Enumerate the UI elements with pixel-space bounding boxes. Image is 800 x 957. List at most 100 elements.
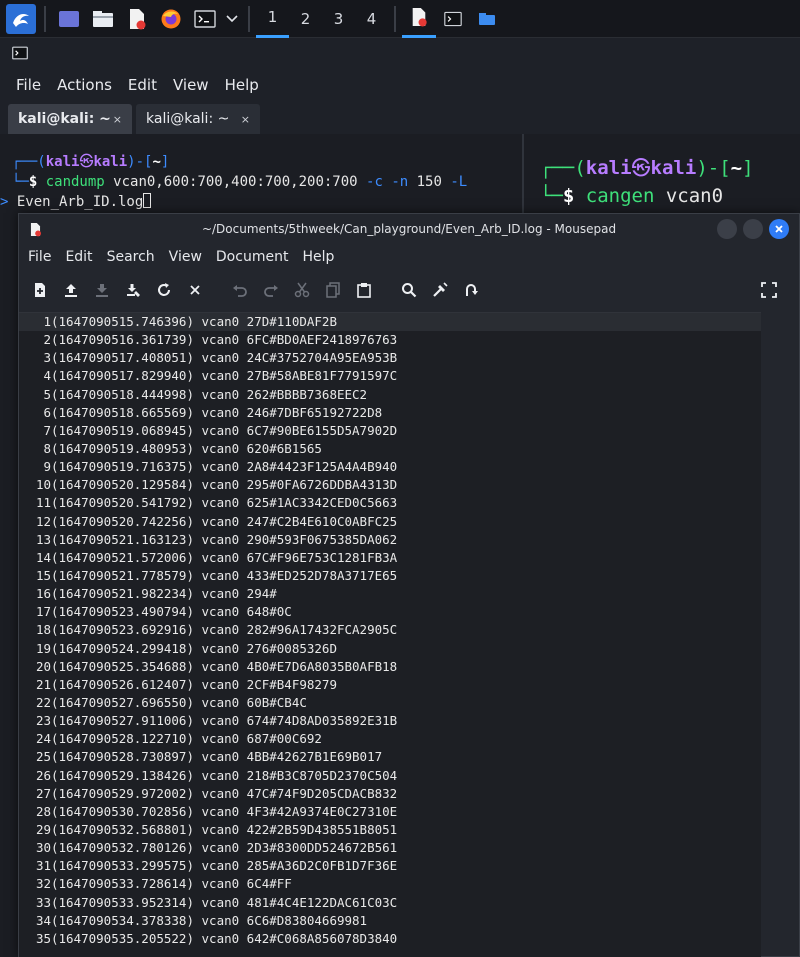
undo-icon[interactable] xyxy=(227,277,253,303)
prompt-dir: ~ xyxy=(152,154,161,170)
desktop-icon[interactable] xyxy=(54,4,84,34)
terminal-tab-2[interactable]: kali@kali: ~ × xyxy=(136,104,260,134)
editor-line[interactable]: 16 (1647090521.982234) vcan0 294# xyxy=(19,585,761,603)
editor-line[interactable]: 3 (1647090517.408051) vcan0 24C#3752704A9… xyxy=(19,349,761,367)
editor-line[interactable]: 33 (1647090533.952314) vcan0 481#4C4E122D… xyxy=(19,894,761,912)
kali-dragon-icon[interactable] xyxy=(6,3,36,34)
paste-icon[interactable] xyxy=(351,277,377,303)
editor-line[interactable]: 11 (1647090520.541792) vcan0 625#1AC3342C… xyxy=(19,494,761,512)
workspace-2[interactable]: 2 xyxy=(289,0,322,38)
menu-file[interactable]: File xyxy=(8,76,49,94)
save-icon[interactable] xyxy=(89,277,115,303)
close-icon[interactable]: × xyxy=(241,113,250,126)
save-as-icon[interactable] xyxy=(120,277,146,303)
go-to-line-icon[interactable] xyxy=(458,277,484,303)
editor-line[interactable]: 15 (1647090521.778579) vcan0 433#ED252D78… xyxy=(19,567,761,585)
workspace-3[interactable]: 3 xyxy=(322,0,355,38)
line-number: 1 xyxy=(43,314,51,329)
mousepad-menubar: File Edit Search View Document Help xyxy=(19,244,799,270)
terminal-tab-1[interactable]: kali@kali: ~ × xyxy=(8,104,132,134)
editor-line[interactable]: 17 (1647090523.490794) vcan0 648#0C xyxy=(19,603,761,621)
editor-line[interactable]: 32 (1647090533.728614) vcan0 6C4#FF xyxy=(19,875,761,893)
editor-line[interactable]: 35 (1647090535.205522) vcan0 642#C068A856… xyxy=(19,930,761,948)
editor-line[interactable]: 30 (1647090532.780126) vcan0 2D3#8300DD52… xyxy=(19,839,761,857)
editor-line[interactable]: 22 (1647090527.696550) vcan0 60B#CB4C xyxy=(19,694,761,712)
menu-actions[interactable]: Actions xyxy=(49,76,120,94)
workspace-4[interactable]: 4 xyxy=(355,0,388,38)
editor-line[interactable]: 19 (1647090524.299418) vcan0 276#0085326D xyxy=(19,640,761,658)
editor-line[interactable]: 5 (1647090518.444998) vcan0 262#BBBB7368E… xyxy=(19,386,761,404)
window-title: ~/Documents/5thweek/Can_playground/Even_… xyxy=(201,222,617,236)
editor-line[interactable]: 7 (1647090519.068945) vcan0 6C7#90BE6155D… xyxy=(19,422,761,440)
menu-help[interactable]: Help xyxy=(295,249,341,265)
line-number: 18 xyxy=(35,622,51,638)
editor-line[interactable]: 28 (1647090530.702856) vcan0 4F3#42A9374E… xyxy=(19,803,761,821)
chevron-down-icon[interactable] xyxy=(224,4,240,34)
maximize-button[interactable] xyxy=(743,219,763,239)
editor-line[interactable]: 23 (1647090527.911006) vcan0 674#74D8AD03… xyxy=(19,712,761,730)
menu-file[interactable]: File xyxy=(21,249,58,265)
line-number: 9 xyxy=(43,459,51,475)
menu-document[interactable]: Document xyxy=(209,249,296,265)
line-text: (1647090529.972002) vcan0 47C#74F9D205CD… xyxy=(51,785,398,801)
copy-icon[interactable] xyxy=(320,277,346,303)
editor-line[interactable]: 20 (1647090525.354688) vcan0 4B0#E7D6A803… xyxy=(19,658,761,676)
taskbar-window-folder[interactable] xyxy=(470,0,504,38)
editor-line[interactable]: 9 (1647090519.716375) vcan0 2A8#4423F125A… xyxy=(19,458,761,476)
editor-line[interactable]: 24 (1647090528.122710) vcan0 687#00C692 xyxy=(19,730,761,748)
editor-line[interactable]: 10 (1647090520.129584) vcan0 295#0FA6726D… xyxy=(19,476,761,494)
editor-line[interactable]: 26 (1647090529.138426) vcan0 218#B3C8705D… xyxy=(19,767,761,785)
text-editor-icon[interactable] xyxy=(122,4,152,34)
line-number: 2 xyxy=(43,332,51,348)
open-file-icon[interactable] xyxy=(58,277,84,303)
minimize-button[interactable] xyxy=(717,219,737,239)
fullscreen-icon[interactable] xyxy=(756,277,782,303)
editor-line[interactable]: 21 (1647090526.612407) vcan0 2CF#B4F98279 xyxy=(19,676,761,694)
text-editor-area[interactable]: 1 (1647090515.746396) vcan0 27D#110DAF2B 2… xyxy=(19,312,761,957)
terminal-icon[interactable] xyxy=(190,4,220,34)
editor-line[interactable]: 12 (1647090520.742256) vcan0 247#C2B4E610… xyxy=(19,513,761,531)
editor-line[interactable]: 1 (1647090515.746396) vcan0 27D#110DAF2B xyxy=(19,313,761,332)
menu-view[interactable]: View xyxy=(165,76,217,94)
close-button[interactable] xyxy=(769,219,789,239)
reload-icon[interactable] xyxy=(151,277,177,303)
editor-line[interactable]: 34 (1647090534.378338) vcan0 6C6#D8380466… xyxy=(19,912,761,930)
editor-line[interactable]: 13 (1647090521.163123) vcan0 290#593F0675… xyxy=(19,531,761,549)
editor-line[interactable]: 25 (1647090528.730897) vcan0 4BB#42627B1E… xyxy=(19,748,761,766)
line-number: 19 xyxy=(35,640,51,656)
editor-line[interactable]: 18 (1647090523.692916) vcan0 282#96A17432… xyxy=(19,621,761,639)
firefox-icon[interactable] xyxy=(156,4,186,34)
workspace-1[interactable]: 1 xyxy=(256,0,289,38)
menu-edit[interactable]: Edit xyxy=(58,249,99,265)
find-replace-icon[interactable] xyxy=(427,277,453,303)
menu-search[interactable]: Search xyxy=(100,249,162,265)
editor-line[interactable]: 2 (1647090516.361739) vcan0 6FC#BD0AEF241… xyxy=(19,331,761,349)
taskbar-window-mousepad[interactable] xyxy=(402,0,436,38)
menu-edit[interactable]: Edit xyxy=(120,76,165,94)
editor-line[interactable]: 6 (1647090518.665569) vcan0 246#7DBF65192… xyxy=(19,404,761,422)
editor-line[interactable]: 29 (1647090532.568801) vcan0 422#2B59D438… xyxy=(19,821,761,839)
menu-help[interactable]: Help xyxy=(217,76,267,94)
redo-icon[interactable] xyxy=(258,277,284,303)
cut-icon[interactable] xyxy=(289,277,315,303)
editor-line[interactable]: 4 (1647090517.829940) vcan0 27B#58ABE81F7… xyxy=(19,367,761,385)
close-icon[interactable]: × xyxy=(113,113,122,126)
line-number: 14 xyxy=(35,549,51,565)
menu-view[interactable]: View xyxy=(162,249,209,265)
editor-line[interactable]: 14 (1647090521.572006) vcan0 67C#F96E753C… xyxy=(19,549,761,567)
close-document-icon[interactable] xyxy=(182,277,208,303)
file-manager-icon[interactable] xyxy=(88,4,118,34)
prompt-dir-close: ] xyxy=(160,154,170,170)
editor-line[interactable]: 8 (1647090519.480953) vcan0 620#6B1565 xyxy=(19,440,761,458)
search-icon[interactable] xyxy=(396,277,422,303)
editor-line[interactable]: 31 (1647090533.299575) vcan0 285#A36D2C0F… xyxy=(19,857,761,875)
taskbar-window-terminal[interactable] xyxy=(436,0,470,38)
terminal-pane-right[interactable]: ┌──(kali㉿kali)-[~] └─$ cangen vcan0 xyxy=(540,154,754,210)
line-text: (1647090527.696550) vcan0 60B#CB4C xyxy=(51,694,307,710)
line-text: (1647090535.205522) vcan0 642#C068A85607… xyxy=(51,930,398,946)
editor-line[interactable]: 27 (1647090529.972002) vcan0 47C#74F9D205… xyxy=(19,785,761,803)
new-document-icon[interactable] xyxy=(27,277,53,303)
line-number: 12 xyxy=(35,513,51,529)
command-name: cangen xyxy=(585,185,655,207)
mousepad-titlebar[interactable]: ~/Documents/5thweek/Can_playground/Even_… xyxy=(19,214,799,244)
